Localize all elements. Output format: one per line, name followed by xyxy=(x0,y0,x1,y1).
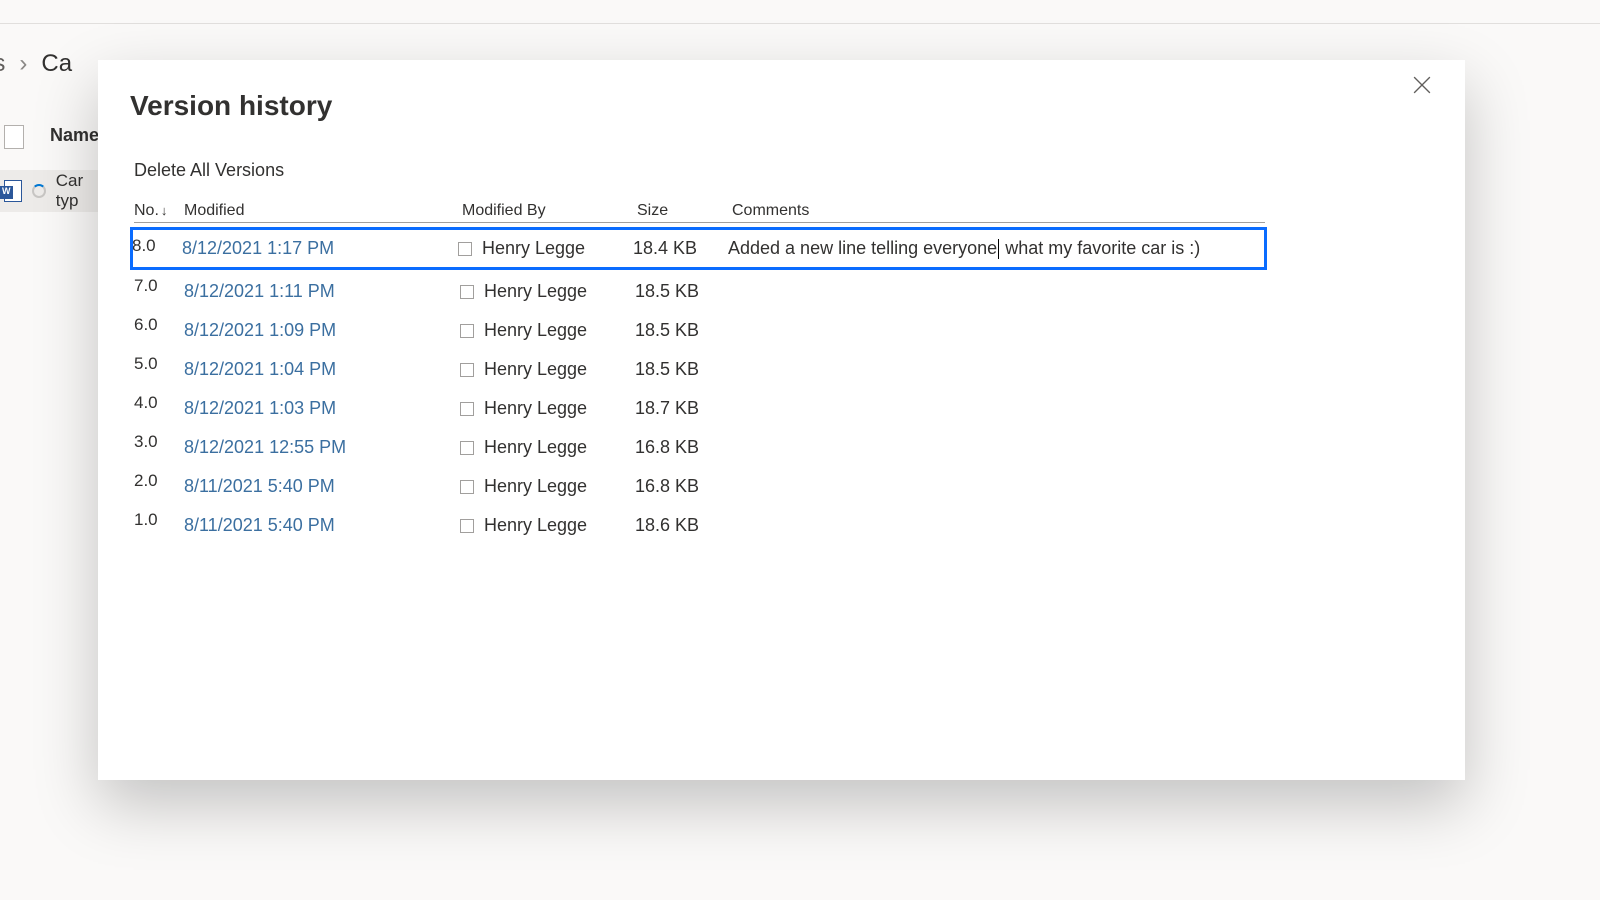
delete-all-versions-link[interactable]: Delete All Versions xyxy=(134,160,284,181)
column-header-comments[interactable]: Comments xyxy=(732,202,1265,223)
cell-modified[interactable]: 8/11/2021 5:40 PM xyxy=(184,515,460,536)
cell-version-no: 4.0 xyxy=(134,389,184,413)
presence-icon xyxy=(460,402,474,416)
cell-comments: Added a new line telling everyone what m… xyxy=(728,238,1265,259)
word-document-icon xyxy=(4,180,22,202)
cell-modified-by[interactable]: Henry Legge xyxy=(460,320,635,341)
presence-icon xyxy=(458,242,472,256)
table-row[interactable]: 3.08/12/2021 12:55 PMHenry Legge16.8 KB xyxy=(134,428,1265,467)
loading-spinner-icon xyxy=(32,184,46,198)
table-row[interactable]: 8.08/12/2021 1:17 PMHenry Legge18.4 KBAd… xyxy=(132,229,1265,268)
table-row[interactable]: 4.08/12/2021 1:03 PMHenry Legge18.7 KB xyxy=(134,389,1265,428)
cell-modified-by[interactable]: Henry Legge xyxy=(460,281,635,302)
presence-icon xyxy=(460,519,474,533)
cell-modified[interactable]: 8/12/2021 1:04 PM xyxy=(184,359,460,380)
cell-size: 18.5 KB xyxy=(635,359,730,380)
versions-table: No. Modified Modified By Size Comments 8… xyxy=(134,202,1265,545)
breadcrumb-parent[interactable]: ents xyxy=(0,50,5,78)
cell-size: 18.7 KB xyxy=(635,398,730,419)
cell-size: 18.5 KB xyxy=(635,281,730,302)
table-row[interactable]: 6.08/12/2021 1:09 PMHenry Legge18.5 KB xyxy=(134,311,1265,350)
cell-version-no: 3.0 xyxy=(134,428,184,452)
cell-modified-by[interactable]: Henry Legge xyxy=(458,238,633,259)
cell-version-no: 5.0 xyxy=(134,350,184,374)
breadcrumb-current: Ca xyxy=(41,50,72,78)
cell-size: 18.6 KB xyxy=(635,515,730,536)
table-row[interactable]: 1.08/11/2021 5:40 PMHenry Legge18.6 KB xyxy=(134,506,1265,545)
cell-size: 16.8 KB xyxy=(635,476,730,497)
cell-modified-by[interactable]: Henry Legge xyxy=(460,437,635,458)
column-header-size[interactable]: Size xyxy=(637,202,732,223)
table-row[interactable]: 2.08/11/2021 5:40 PMHenry Legge16.8 KB xyxy=(134,467,1265,506)
cell-modified-by[interactable]: Henry Legge xyxy=(460,515,635,536)
cell-modified-by[interactable]: Henry Legge xyxy=(460,398,635,419)
cell-version-no: 2.0 xyxy=(134,467,184,491)
presence-icon xyxy=(460,480,474,494)
column-header-modified-by[interactable]: Modified By xyxy=(462,202,637,223)
cell-version-no: 8.0 xyxy=(132,232,182,256)
presence-icon xyxy=(460,441,474,455)
cell-modified[interactable]: 8/12/2021 1:17 PM xyxy=(182,238,458,259)
breadcrumb[interactable]: ents › Ca xyxy=(0,50,72,78)
cell-version-no: 6.0 xyxy=(134,311,184,335)
file-row[interactable]: Car typ xyxy=(0,170,110,212)
version-history-dialog: Version history Delete All Versions No. … xyxy=(98,60,1465,780)
cell-modified[interactable]: 8/12/2021 1:09 PM xyxy=(184,320,460,341)
table-body: 8.08/12/2021 1:17 PMHenry Legge18.4 KBAd… xyxy=(134,229,1265,545)
cell-size: 16.8 KB xyxy=(635,437,730,458)
cell-version-no: 7.0 xyxy=(134,272,184,296)
cell-modified[interactable]: 8/11/2021 5:40 PM xyxy=(184,476,460,497)
column-header-no[interactable]: No. xyxy=(134,202,184,223)
dialog-title: Version history xyxy=(130,90,332,122)
table-header-row: No. Modified Modified By Size Comments xyxy=(134,202,1265,223)
presence-icon xyxy=(460,363,474,377)
close-icon xyxy=(1413,76,1431,94)
cell-modified[interactable]: 8/12/2021 12:55 PM xyxy=(184,437,460,458)
chevron-right-icon: › xyxy=(19,50,27,78)
presence-icon xyxy=(460,285,474,299)
table-row[interactable]: 5.08/12/2021 1:04 PMHenry Legge18.5 KB xyxy=(134,350,1265,389)
cell-modified[interactable]: 8/12/2021 1:03 PM xyxy=(184,398,460,419)
table-row[interactable]: 7.08/12/2021 1:11 PMHenry Legge18.5 KB xyxy=(134,272,1265,311)
cell-size: 18.4 KB xyxy=(633,238,728,259)
cell-size: 18.5 KB xyxy=(635,320,730,341)
file-type-icon xyxy=(4,125,24,149)
cell-version-no: 1.0 xyxy=(134,506,184,530)
cell-modified-by[interactable]: Henry Legge xyxy=(460,359,635,380)
column-header-modified[interactable]: Modified xyxy=(184,202,462,223)
presence-icon xyxy=(460,324,474,338)
column-header-name[interactable]: Name xyxy=(50,125,99,146)
cell-modified-by[interactable]: Henry Legge xyxy=(460,476,635,497)
close-button[interactable] xyxy=(1413,76,1445,108)
divider xyxy=(0,23,1600,24)
cell-modified[interactable]: 8/12/2021 1:11 PM xyxy=(184,281,460,302)
